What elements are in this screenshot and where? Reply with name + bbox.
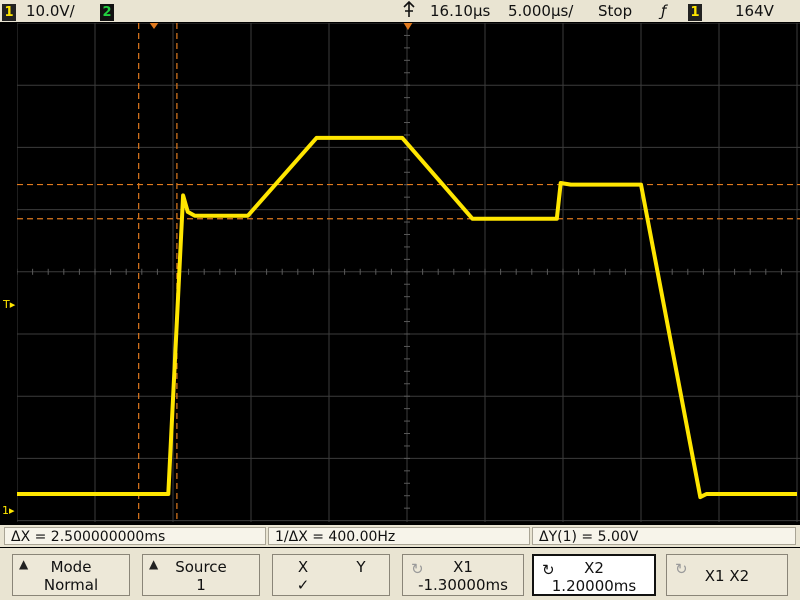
time-reference-glyph	[403, 0, 415, 17]
x1-value: -1.30000ms	[418, 576, 508, 594]
x-option-label: X	[297, 558, 309, 576]
x1-x2-softkey[interactable]: ↻ X1 X2	[666, 554, 788, 596]
trigger-level: 164V	[735, 2, 774, 20]
channel-1-ground-marker: 1▸	[2, 504, 15, 517]
x1-label: X1	[453, 558, 473, 576]
channel-2-number: 2	[100, 4, 114, 21]
trigger-slope-icon: ƒ	[661, 2, 667, 20]
source-value: 1	[196, 576, 206, 594]
cursor-x1-marker[interactable]	[149, 23, 159, 29]
measurement-bar: ΔX = 2.500000000ms 1/ΔX = 400.00Hz ΔY(1)…	[0, 525, 800, 547]
graticule	[17, 23, 800, 522]
mode-value: Normal	[43, 576, 99, 594]
mode-label: Mode	[50, 558, 92, 576]
delta-x-readout: ΔX = 2.500000000ms	[4, 527, 266, 545]
horizontal-delay: 16.10µs	[430, 2, 491, 20]
source-softkey[interactable]: ▲ Source 1	[142, 554, 260, 596]
trigger-source-number: 1	[688, 4, 702, 21]
delta-y-readout: ΔY(1) = 5.00V	[532, 527, 796, 545]
status-bar: 1 10.0V/ 2 16.10µs 5.000µs/ Stop ƒ 1 164…	[0, 0, 800, 22]
run-state: Stop	[598, 2, 633, 20]
channel-1-scale: 10.0V/	[26, 2, 75, 20]
xy-softkey[interactable]: X ✓ Y	[272, 554, 390, 596]
x2-value: 1.20000ms	[551, 577, 637, 595]
softkey-bar: ▲ Mode Normal ▲ Source 1 X ✓ Y ↻ X1 -1.3…	[0, 548, 800, 600]
mode-softkey[interactable]: ▲ Mode Normal	[12, 554, 130, 596]
x1-x2-label: X1 X2	[704, 567, 750, 585]
x1-cursor-softkey[interactable]: ↻ X1 -1.30000ms	[402, 554, 524, 596]
time-reference-icon	[402, 0, 416, 23]
trigger-level-marker: T▸	[3, 298, 16, 311]
trigger-delay-marker[interactable]	[403, 23, 413, 30]
y-option-label: Y	[356, 558, 366, 576]
channel-1-number: 1	[2, 4, 16, 21]
source-label: Source	[175, 558, 227, 576]
waveform-display[interactable]	[17, 23, 800, 522]
x2-label: X2	[584, 559, 604, 577]
inverse-delta-x-readout: 1/ΔX = 400.00Hz	[268, 527, 530, 545]
ground-marker-label: 1	[2, 504, 9, 517]
x2-cursor-softkey[interactable]: ↻ X2 1.20000ms	[532, 554, 656, 596]
trigger-level-marker-label: T	[3, 298, 10, 311]
timebase-scale: 5.000µs/	[508, 2, 574, 20]
x-selected-check-icon: ✓	[296, 576, 310, 594]
